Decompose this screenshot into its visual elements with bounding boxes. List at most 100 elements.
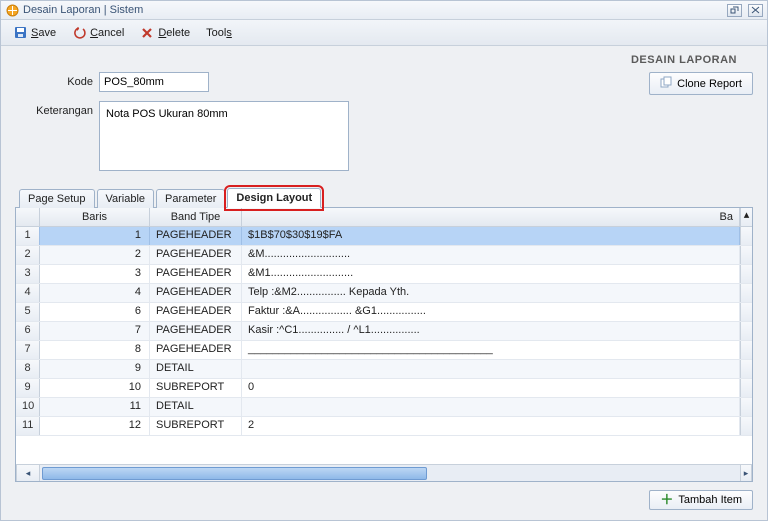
row-number: 11 [16, 417, 40, 435]
app-icon [5, 3, 19, 17]
hscroll-right[interactable]: ▸ [740, 465, 752, 481]
table-row[interactable]: 56PAGEHEADERFaktur :&A................. … [16, 303, 752, 322]
table-row[interactable]: 67PAGEHEADERKasir :^C1............... / … [16, 322, 752, 341]
cell-text: $1B$70$30$19$FA [242, 227, 740, 245]
hscroll: ◂ ▸ [16, 464, 752, 481]
row-number: 4 [16, 284, 40, 302]
restore-button[interactable] [727, 4, 742, 17]
cell-baris: 12 [40, 417, 150, 435]
hscroll-left[interactable]: ◂ [16, 465, 40, 481]
row-number: 2 [16, 246, 40, 264]
form-area: Kode Clone Report Keterangan Nota POS Uk… [15, 66, 753, 188]
clone-icon [660, 76, 672, 91]
save-icon [13, 26, 27, 40]
cell-band: DETAIL [150, 360, 242, 378]
cancel-button[interactable]: Cancel Cancel [66, 24, 130, 42]
tools-button[interactable]: Tools Tools [200, 25, 238, 41]
undo-icon [72, 26, 86, 40]
table-row[interactable]: 33PAGEHEADER&M1.........................… [16, 265, 752, 284]
plus-icon: ＋ [660, 495, 673, 505]
cell-band: PAGEHEADER [150, 322, 242, 340]
hscroll-track[interactable] [40, 465, 740, 481]
cell-text [242, 398, 740, 416]
table-row[interactable]: 910SUBREPORT0 [16, 379, 752, 398]
cell-baris: 2 [40, 246, 150, 264]
cell-band: PAGEHEADER [150, 227, 242, 245]
row-number: 5 [16, 303, 40, 321]
cell-band: DETAIL [150, 398, 242, 416]
close-button[interactable] [748, 4, 763, 17]
row-number: 9 [16, 379, 40, 397]
hscroll-thumb[interactable] [42, 467, 427, 480]
grid-header: Baris Band Tipe Ba ▴ [16, 208, 752, 227]
tab-bar: Page Setup Variable Parameter Design Lay… [15, 188, 753, 208]
vscroll-up[interactable]: ▴ [740, 208, 752, 226]
cell-baris: 6 [40, 303, 150, 321]
col-ba[interactable]: Ba [242, 208, 740, 226]
grid-body: 11PAGEHEADER$1B$70$30$19$FA22PAGEHEADER&… [16, 227, 752, 464]
table-row[interactable]: 44PAGEHEADERTelp :&M2................ Ke… [16, 284, 752, 303]
cell-band: PAGEHEADER [150, 341, 242, 359]
row-number: 10 [16, 398, 40, 416]
cell-band: PAGEHEADER [150, 284, 242, 302]
cell-band: PAGEHEADER [150, 265, 242, 283]
table-row[interactable]: 78PAGEHEADER____________________________… [16, 341, 752, 360]
row-number: 1 [16, 227, 40, 245]
cell-text: Faktur :&A................. &G1.........… [242, 303, 740, 321]
design-layout-grid: Baris Band Tipe Ba ▴ 11PAGEHEADER$1B$70$… [15, 207, 753, 482]
cell-baris: 8 [40, 341, 150, 359]
table-row[interactable]: 22PAGEHEADER&M..........................… [16, 246, 752, 265]
keterangan-input[interactable]: Nota POS Ukuran 80mm [99, 101, 349, 171]
table-row[interactable]: 11PAGEHEADER$1B$70$30$19$FA [16, 227, 752, 246]
cell-band: PAGEHEADER [150, 303, 242, 321]
cell-baris: 3 [40, 265, 150, 283]
row-number: 3 [16, 265, 40, 283]
cell-baris: 1 [40, 227, 150, 245]
tambah-item-label: Tambah Item [678, 494, 742, 506]
cell-band: SUBREPORT [150, 379, 242, 397]
cell-band: SUBREPORT [150, 417, 242, 435]
row-number: 8 [16, 360, 40, 378]
toolbar: SSaveave Cancel Cancel Delete Delete Too… [1, 20, 767, 46]
tab-variable[interactable]: Variable [97, 189, 155, 208]
delete-button[interactable]: Delete Delete [134, 24, 196, 42]
keterangan-label: Keterangan [15, 101, 93, 117]
table-row[interactable]: 1011DETAIL [16, 398, 752, 417]
cell-text [242, 360, 740, 378]
table-row[interactable]: 89DETAIL [16, 360, 752, 379]
col-rownum[interactable] [16, 208, 40, 226]
tambah-item-button[interactable]: ＋ Tambah Item [649, 490, 753, 510]
cell-text: &M............................ [242, 246, 740, 264]
table-row[interactable]: 1112SUBREPORT2 [16, 417, 752, 436]
row-number: 7 [16, 341, 40, 359]
cell-text: Telp :&M2................ Kepada Yth. [242, 284, 740, 302]
cell-text: 0 [242, 379, 740, 397]
save-button[interactable]: SSaveave [7, 24, 62, 42]
col-baris[interactable]: Baris [40, 208, 150, 226]
clone-report-label: Clone Report [677, 78, 742, 90]
kode-input[interactable] [99, 72, 209, 92]
window-title: Desain Laporan | Sistem [23, 4, 143, 16]
cell-baris: 10 [40, 379, 150, 397]
tab-design-layout[interactable]: Design Layout [227, 188, 321, 208]
tab-parameter[interactable]: Parameter [156, 189, 225, 208]
cell-text: Kasir :^C1............... / ^L1.........… [242, 322, 740, 340]
kode-label: Kode [15, 72, 93, 88]
app-window: Desain Laporan | Sistem SSaveave Cancel … [0, 0, 768, 521]
clone-report-button[interactable]: Clone Report [649, 72, 753, 95]
delete-icon [140, 26, 154, 40]
content-area: DESAIN LAPORAN Kode Clone Report Keteran… [1, 46, 767, 520]
tab-page-setup[interactable]: Page Setup [19, 189, 95, 208]
cell-baris: 11 [40, 398, 150, 416]
cell-band: PAGEHEADER [150, 246, 242, 264]
cell-text: ________________________________________ [242, 341, 740, 359]
cell-text: 2 [242, 417, 740, 435]
row-number: 6 [16, 322, 40, 340]
cell-baris: 4 [40, 284, 150, 302]
cell-baris: 9 [40, 360, 150, 378]
titlebar: Desain Laporan | Sistem [1, 1, 767, 20]
page-title: DESAIN LAPORAN [15, 46, 753, 66]
col-band[interactable]: Band Tipe [150, 208, 242, 226]
cell-baris: 7 [40, 322, 150, 340]
cell-text: &M1........................... [242, 265, 740, 283]
